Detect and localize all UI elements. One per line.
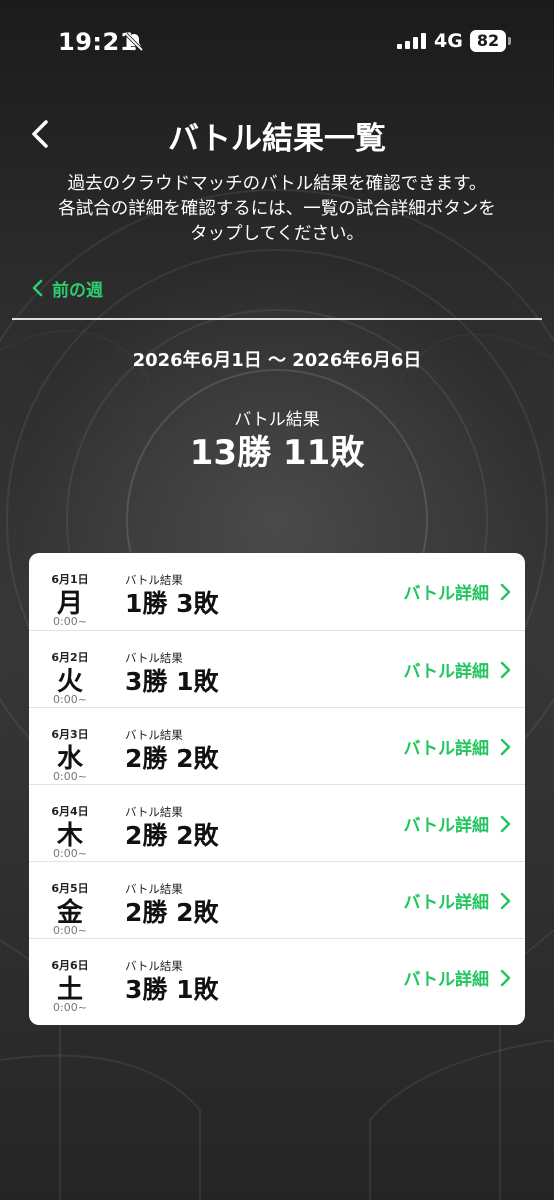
prev-week-label: 前の週 [52,280,103,301]
battle-detail-label: バトル詳細 [403,662,489,682]
row-result-value: 2勝 2敗 [125,821,219,850]
result-row: 6月4日 木 0:00~ バトル結果 2勝 2敗 バトル詳細 [29,784,525,861]
chevron-right-icon [500,661,511,678]
battle-detail-label: バトル詳細 [403,816,489,836]
status-bar: 19:21 4G 82 [0,0,554,84]
row-result-value: 3勝 1敗 [125,667,219,696]
result-row: 6月6日 土 0:00~ バトル結果 3勝 1敗 バトル詳細 [29,938,525,1015]
row-result-value: 3勝 1敗 [125,975,219,1004]
battery-indicator: 82 [470,30,506,52]
result-row: 6月5日 金 0:00~ バトル結果 2勝 2敗 バトル詳細 [29,861,525,938]
summary-value: 13勝 11敗 [189,433,365,473]
row-time: 0:00~ [53,693,87,706]
result-row: 6月1日 月 0:00~ バトル結果 1勝 3敗 バトル詳細 [29,553,525,630]
date-range: 2026年6月1日 ～ 2026年6月6日 [132,350,422,371]
description-line: 各試合の詳細を確認するには、一覧の試合詳細ボタンを [58,199,496,219]
row-time: 0:00~ [53,770,87,783]
signal-icon [397,33,426,49]
battle-detail-label: バトル詳細 [403,893,489,913]
battle-detail-button[interactable]: バトル詳細 [403,657,511,682]
row-result-value: 2勝 2敗 [125,898,219,927]
divider [12,318,542,320]
chevron-right-icon [500,738,511,755]
result-row: 6月3日 水 0:00~ バトル結果 2勝 2敗 バトル詳細 [29,707,525,784]
chevron-right-icon [500,815,511,832]
battle-detail-button[interactable]: バトル詳細 [403,888,511,913]
page-title: バトル結果一覧 [168,121,386,157]
battery-tip [508,37,511,45]
battle-detail-button[interactable]: バトル詳細 [403,965,511,990]
battle-detail-label: バトル詳細 [403,970,489,990]
chevron-right-icon [500,892,511,909]
chevron-right-icon [500,583,511,600]
bell-off-icon [124,32,144,52]
results-list: 6月1日 月 0:00~ バトル結果 1勝 3敗 バトル詳細 6月2日 火 0:… [29,553,525,1025]
battle-detail-button[interactable]: バトル詳細 [403,811,511,836]
page-description: 過去のクラウドマッチのバトル結果を確認できます。 各試合の詳細を確認するには、一… [40,172,514,247]
prev-week-link[interactable]: 前の週 [30,275,103,301]
description-line: 過去のクラウドマッチのバトル結果を確認できます。 [67,174,487,194]
battle-detail-label: バトル詳細 [403,739,489,759]
row-result-value: 1勝 3敗 [125,589,219,618]
chevron-left-icon [32,279,43,297]
network-type: 4G [434,30,463,52]
row-result-value: 2勝 2敗 [125,744,219,773]
chevron-right-icon [500,969,511,986]
row-time: 0:00~ [53,615,87,628]
row-time: 0:00~ [53,847,87,860]
battle-detail-label: バトル詳細 [403,584,489,604]
battle-detail-button[interactable]: バトル詳細 [403,579,511,604]
battle-detail-button[interactable]: バトル詳細 [403,734,511,759]
row-time: 0:00~ [53,924,87,937]
description-line: タップしてください。 [190,224,364,244]
result-row: 6月2日 火 0:00~ バトル結果 3勝 1敗 バトル詳細 [29,630,525,707]
row-time: 0:00~ [53,1001,87,1014]
